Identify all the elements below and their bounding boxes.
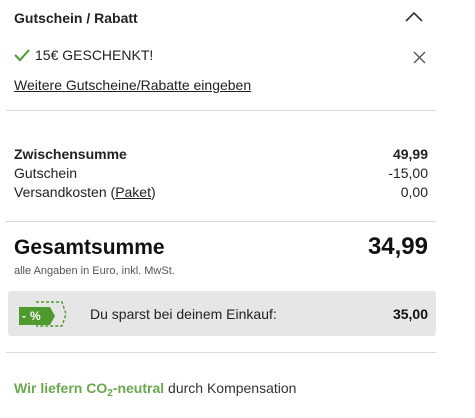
- divider: [6, 221, 436, 222]
- close-icon[interactable]: [413, 51, 426, 64]
- co2-rest: durch Kompensation: [164, 380, 297, 396]
- voucher-row: Gutschein -15,00: [14, 165, 428, 183]
- discount-tag-symbol: %: [30, 309, 41, 323]
- divider: [6, 110, 436, 111]
- savings-box: - % Du sparst bei deinem Einkauf: 35,00: [8, 291, 436, 336]
- total-label: Gesamtsumme: [14, 236, 165, 259]
- shipping-type-link[interactable]: Paket: [115, 184, 151, 200]
- more-vouchers-link[interactable]: Weitere Gutscheine/Rabatte eingeben: [14, 77, 251, 93]
- check-icon: [14, 49, 30, 62]
- subtotal-label: Zwischensumme: [14, 146, 127, 162]
- savings-value: 35,00: [392, 306, 428, 322]
- svg-text:-: -: [22, 309, 26, 323]
- co2-neutral-label: Wir liefern CO2-neutral: [14, 380, 165, 399]
- discount-tag-icon: - %: [19, 301, 67, 327]
- shipping-value: 0,00: [400, 184, 428, 200]
- total-value: 34,99: [367, 233, 428, 260]
- shipping-row: Versandkosten (Paket) 0,00: [14, 184, 428, 202]
- divider: [6, 352, 436, 353]
- voucher-value: -15,00: [388, 165, 428, 181]
- co2-prefix: Wir liefern CO: [14, 380, 108, 396]
- applied-voucher: 15€ GESCHENKT!: [14, 46, 426, 68]
- co2-neutral-notice: Wir liefern CO2-neutral durch Kompensati…: [14, 380, 296, 399]
- subtotal-row: Zwischensumme 49,99: [14, 146, 428, 164]
- voucher-section-header[interactable]: Gutschein / Rabatt: [14, 9, 424, 29]
- voucher-label: Gutschein: [14, 165, 78, 181]
- shipping-label-text: Versandkosten: [14, 184, 107, 200]
- co2-suffix: -neutral: [112, 380, 165, 396]
- total-note: alle Angaben in Euro, inkl. MwSt.: [14, 265, 175, 277]
- savings-text: Du sparst bei deinem Einkauf:: [90, 306, 277, 322]
- chevron-up-icon[interactable]: [404, 10, 424, 24]
- applied-voucher-text: 15€ GESCHENKT!: [35, 47, 154, 63]
- voucher-section-title: Gutschein / Rabatt: [14, 10, 138, 26]
- shipping-label: Versandkosten (Paket): [14, 184, 156, 200]
- subtotal-value: 49,99: [392, 146, 428, 162]
